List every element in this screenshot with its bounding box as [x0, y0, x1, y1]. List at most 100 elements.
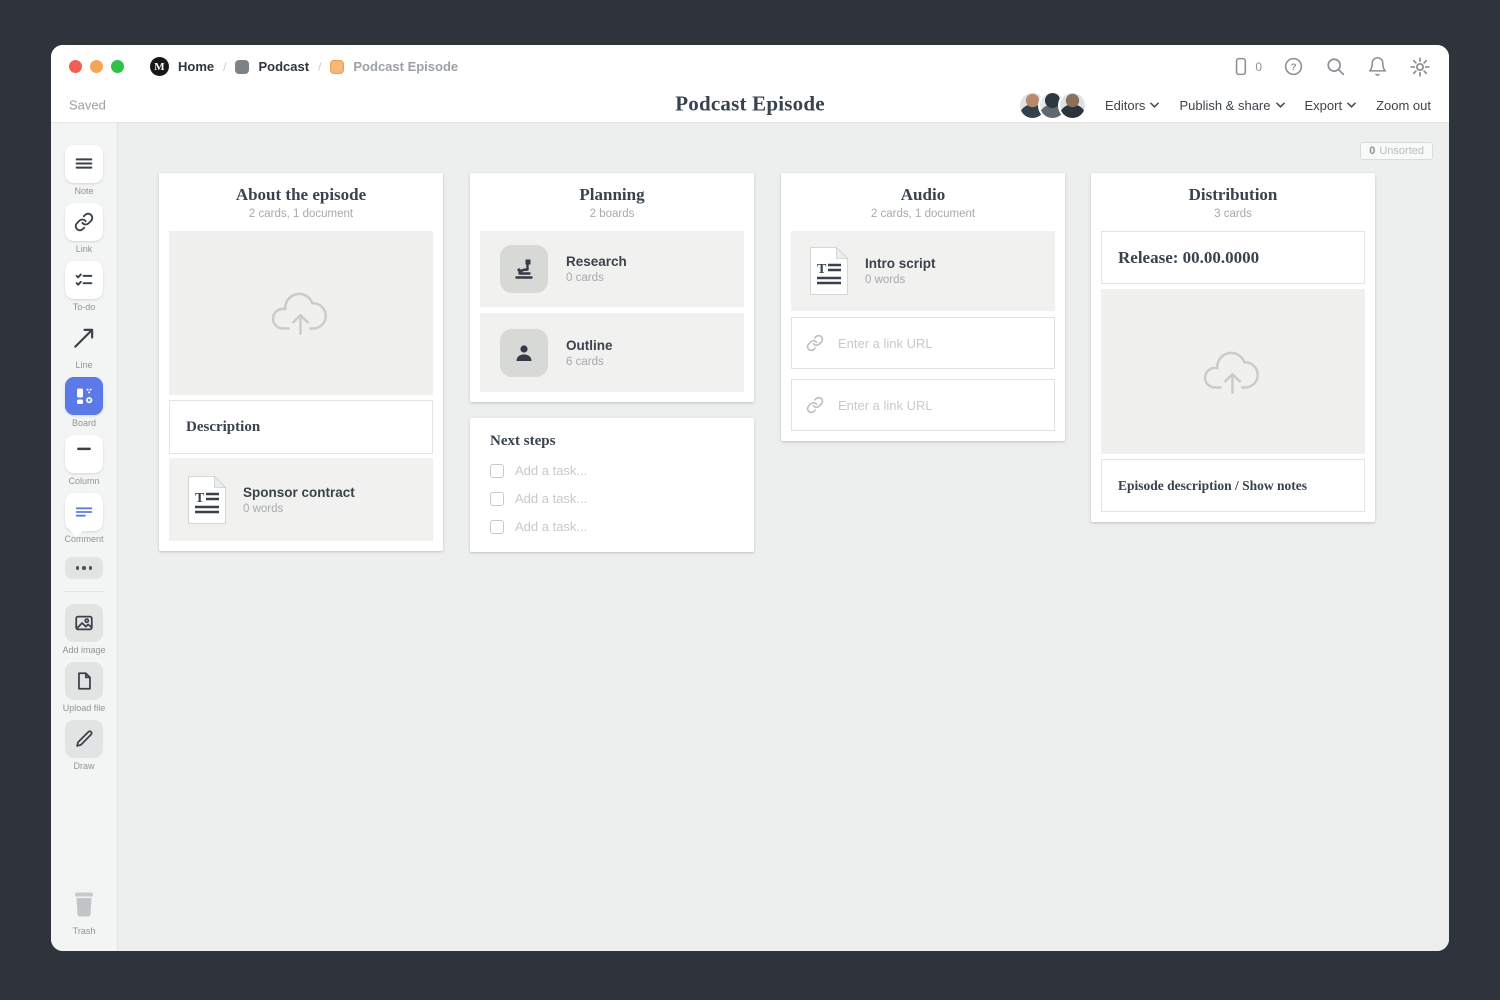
column-planning[interactable]: Planning 2 boards Research 0 cards	[470, 173, 754, 402]
tool-label: Link	[76, 244, 93, 255]
note-card-text: Release: 00.00.0000	[1118, 248, 1259, 268]
note-card-episode-description[interactable]: Episode description / Show notes	[1101, 459, 1365, 512]
column-subtitle: 2 cards, 1 document	[169, 208, 433, 220]
breadcrumb-home[interactable]: Home	[178, 59, 214, 74]
tool-board[interactable]: Board	[65, 377, 103, 429]
column-title: Planning	[480, 185, 744, 205]
tool-label: Draw	[73, 761, 94, 772]
zoom-out-label: Zoom out	[1376, 98, 1431, 113]
help-button[interactable]: ?	[1283, 56, 1304, 77]
app-window: M Home / Podcast / Podcast Episode 0 ?	[51, 45, 1449, 951]
tool-column[interactable]: Column	[65, 435, 103, 487]
column-about-the-episode[interactable]: About the episode 2 cards, 1 document De…	[159, 173, 443, 551]
image-upload-placeholder[interactable]	[169, 231, 433, 395]
board-canvas[interactable]: 0 Unsorted About the episode 2 cards, 1 …	[118, 122, 1449, 951]
tool-label: Column	[68, 476, 99, 487]
column-header[interactable]: Distribution 3 cards	[1101, 173, 1365, 231]
board-card-info: Research 0 cards	[566, 254, 627, 284]
task-placeholder[interactable]: Add a task...	[515, 463, 587, 478]
breadcrumb-episode[interactable]: Podcast Episode	[353, 59, 458, 74]
app-logo-icon[interactable]: M	[150, 57, 169, 76]
column-title: About the episode	[169, 185, 433, 205]
tool-label: Upload file	[63, 703, 106, 714]
board-card-outline[interactable]: Outline 6 cards	[480, 313, 744, 392]
board-card-research[interactable]: Research 0 cards	[480, 231, 744, 307]
svg-text:T: T	[817, 262, 827, 277]
column-subtitle: 2 boards	[480, 208, 744, 220]
board-card-info: Outline 6 cards	[566, 338, 613, 368]
trash-dropzone[interactable]: Trash	[65, 885, 103, 937]
mobile-device-button[interactable]: 0	[1230, 56, 1262, 77]
breadcrumb: M Home / Podcast / Podcast Episode	[150, 57, 458, 76]
episode-board-icon[interactable]	[330, 60, 344, 74]
task-placeholder[interactable]: Add a task...	[515, 491, 587, 506]
comment-icon	[65, 493, 103, 531]
export-label: Export	[1305, 98, 1343, 113]
tool-upload-file[interactable]: Upload file	[63, 662, 106, 714]
editor-avatars[interactable]	[1018, 91, 1087, 120]
podcast-board-icon[interactable]	[235, 60, 249, 74]
save-status: Saved	[69, 98, 106, 113]
unsorted-badge[interactable]: 0 Unsorted	[1360, 142, 1433, 160]
column-distribution[interactable]: Distribution 3 cards Release: 00.00.0000…	[1091, 173, 1375, 522]
link-icon	[806, 396, 824, 414]
sidebar-divider	[64, 591, 104, 592]
breadcrumb-podcast[interactable]: Podcast	[258, 59, 309, 74]
more-tools-button[interactable]	[65, 557, 103, 579]
minimize-window-button[interactable]	[90, 60, 103, 73]
publish-share-dropdown[interactable]: Publish & share	[1179, 98, 1284, 113]
task-checkbox[interactable]	[490, 464, 504, 478]
link-url-input[interactable]	[836, 335, 1040, 352]
toolbar-row: Saved Podcast Episode Editors Publish & …	[51, 88, 1449, 122]
column-header[interactable]: Audio 2 cards, 1 document	[791, 173, 1055, 231]
chevron-down-icon	[1276, 102, 1285, 108]
note-card-release-date[interactable]: Release: 00.00.0000	[1101, 231, 1365, 284]
note-card-description[interactable]: Description	[169, 400, 433, 454]
task-checkbox[interactable]	[490, 520, 504, 534]
zoom-out-button[interactable]: Zoom out	[1376, 98, 1431, 113]
image-upload-placeholder[interactable]	[1101, 289, 1365, 454]
svg-text:?: ?	[1291, 62, 1297, 73]
line-arrow-icon	[65, 319, 103, 357]
tool-comment[interactable]: Comment	[64, 493, 103, 545]
tool-todo[interactable]: To-do	[65, 261, 103, 313]
column-title: Audio	[791, 185, 1055, 205]
link-icon	[806, 334, 824, 352]
tool-link[interactable]: Link	[65, 203, 103, 255]
tool-line[interactable]: Line	[65, 319, 103, 371]
search-button[interactable]	[1325, 56, 1346, 77]
settings-button[interactable]	[1409, 56, 1431, 78]
bell-icon	[1367, 56, 1388, 77]
column-audio[interactable]: Audio 2 cards, 1 document T Intro script…	[781, 173, 1065, 441]
document-card-sponsor-contract[interactable]: T Sponsor contract 0 words	[169, 458, 433, 541]
document-card-intro-script[interactable]: T Intro script 0 words	[791, 231, 1055, 311]
close-window-button[interactable]	[69, 60, 82, 73]
tool-label: To-do	[73, 302, 96, 313]
add-image-icon	[65, 604, 103, 642]
cloud-upload-icon	[1200, 344, 1266, 400]
export-dropdown[interactable]: Export	[1305, 98, 1357, 113]
header-icons: 0 ?	[1230, 56, 1431, 78]
upload-file-icon	[65, 662, 103, 700]
column-header[interactable]: About the episode 2 cards, 1 document	[169, 173, 433, 231]
task-checkbox[interactable]	[490, 492, 504, 506]
tool-label: Note	[74, 186, 93, 197]
notifications-button[interactable]	[1367, 56, 1388, 77]
editors-dropdown[interactable]: Editors	[1105, 98, 1159, 113]
link-url-field-1	[791, 317, 1055, 369]
column-header[interactable]: Planning 2 boards	[480, 173, 744, 231]
trash-icon	[65, 885, 103, 923]
svg-text:T: T	[195, 491, 205, 506]
maximize-window-button[interactable]	[111, 60, 124, 73]
note-card-text: Episode description / Show notes	[1118, 478, 1307, 494]
column-icon	[65, 435, 103, 473]
tool-add-image[interactable]: Add image	[62, 604, 105, 656]
note-icon	[65, 145, 103, 183]
todo-card-next-steps[interactable]: Next steps Add a task... Add a task... A…	[470, 418, 754, 552]
link-url-input[interactable]	[836, 397, 1040, 414]
task-placeholder[interactable]: Add a task...	[515, 519, 587, 534]
tool-draw[interactable]: Draw	[65, 720, 103, 772]
tool-note[interactable]: Note	[65, 145, 103, 197]
page-title[interactable]: Podcast Episode	[675, 91, 824, 116]
breadcrumb-separator: /	[318, 60, 321, 74]
